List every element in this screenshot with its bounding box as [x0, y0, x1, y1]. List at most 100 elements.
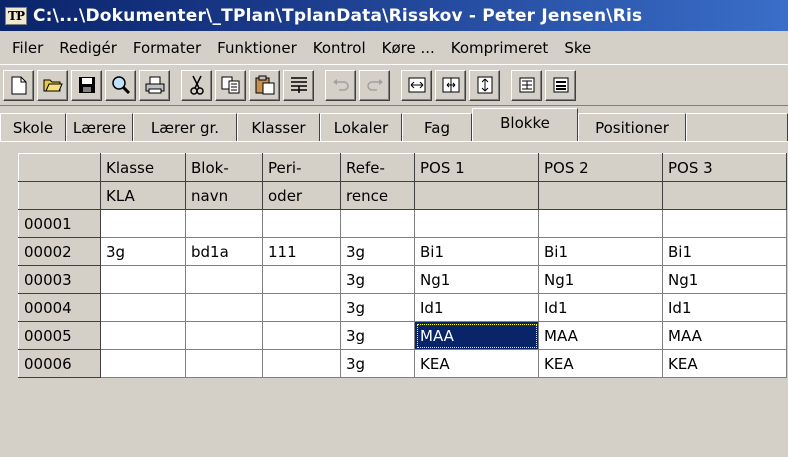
- table-cell[interactable]: Ng1: [414, 265, 539, 294]
- tab-lærer-gr-[interactable]: Lærer gr.: [133, 113, 237, 141]
- row-header[interactable]: 00003: [18, 265, 101, 294]
- align-icon[interactable]: [283, 69, 314, 101]
- table-cell[interactable]: Id1: [538, 293, 663, 322]
- table-cell[interactable]: MAA: [538, 321, 663, 350]
- tab-klasser[interactable]: Klasser: [237, 113, 320, 141]
- column-header[interactable]: Refe-: [340, 153, 415, 182]
- table-cell[interactable]: [100, 293, 186, 322]
- table-cell[interactable]: 111: [262, 237, 341, 266]
- column-header[interactable]: navn: [185, 181, 263, 210]
- column-header[interactable]: POS 1: [414, 153, 539, 182]
- column-header[interactable]: POS 2: [538, 153, 663, 182]
- column-header[interactable]: Peri-: [262, 153, 341, 182]
- table-cell[interactable]: [262, 321, 341, 350]
- column-header[interactable]: Blok-: [185, 153, 263, 182]
- tab-skole[interactable]: Skole: [0, 113, 66, 141]
- expand-height-icon[interactable]: [469, 69, 500, 101]
- print-icon[interactable]: [139, 69, 170, 101]
- app-icon[interactable]: TP: [5, 6, 27, 25]
- tab-overflow[interactable]: [686, 113, 788, 141]
- table-cell[interactable]: [538, 209, 663, 238]
- menu-item[interactable]: Komprimeret: [443, 39, 557, 57]
- table-cell[interactable]: [100, 349, 186, 378]
- title-bar[interactable]: TP C:\...\Dokumenter\_TPlan\TplanData\Ri…: [0, 0, 788, 31]
- table-cell[interactable]: [262, 209, 341, 238]
- new-file-icon[interactable]: [3, 69, 34, 101]
- table-cell[interactable]: Bi1: [538, 237, 663, 266]
- tab-fag[interactable]: Fag: [402, 113, 472, 141]
- column-header[interactable]: [538, 181, 663, 210]
- grid-area: Klasse Blok- Peri- Refe- POS 1 POS 2 POS 3 KLA n…: [0, 142, 788, 457]
- undo-icon[interactable]: [325, 69, 356, 101]
- column-header[interactable]: rence: [340, 181, 415, 210]
- search-icon[interactable]: [105, 69, 136, 101]
- menu-item[interactable]: Funktioner: [209, 39, 305, 57]
- row-header[interactable]: 00006: [18, 349, 101, 378]
- table-cell[interactable]: bd1a: [185, 237, 263, 266]
- redo-icon[interactable]: [359, 69, 390, 101]
- table-cell[interactable]: [340, 209, 415, 238]
- table-cell[interactable]: Id1: [662, 293, 787, 322]
- table-cell[interactable]: [185, 293, 263, 322]
- cut-icon[interactable]: [181, 69, 212, 101]
- align-bottom-icon[interactable]: [545, 69, 576, 101]
- table-cell[interactable]: 3g: [100, 237, 186, 266]
- menu-item[interactable]: Formater: [125, 39, 209, 57]
- table-cell[interactable]: [185, 321, 263, 350]
- table-cell[interactable]: Bi1: [662, 237, 787, 266]
- table-cell[interactable]: 3g: [340, 293, 415, 322]
- align-center-icon[interactable]: [511, 69, 542, 101]
- table-cell[interactable]: 3g: [340, 237, 415, 266]
- column-header[interactable]: POS 3: [662, 153, 787, 182]
- expand-width-icon[interactable]: [435, 69, 466, 101]
- menu-item[interactable]: Redigér: [51, 39, 125, 57]
- table-cell[interactable]: [100, 321, 186, 350]
- table-cell[interactable]: 3g: [340, 321, 415, 350]
- table-cell[interactable]: KEA: [538, 349, 663, 378]
- tab-lærere[interactable]: Lærere: [66, 113, 133, 141]
- row-header[interactable]: 00001: [18, 209, 101, 238]
- column-header[interactable]: Klasse: [100, 153, 186, 182]
- menu-item[interactable]: Kontrol: [305, 39, 374, 57]
- table-cell[interactable]: KEA: [414, 349, 539, 378]
- table-cell[interactable]: [185, 209, 263, 238]
- table-cell[interactable]: KEA: [662, 349, 787, 378]
- save-icon[interactable]: [71, 69, 102, 101]
- tab-blokke[interactable]: Blokke: [472, 108, 578, 141]
- menu-item[interactable]: Filer: [4, 39, 51, 57]
- fit-width-icon[interactable]: [401, 69, 432, 101]
- paste-icon[interactable]: [249, 69, 280, 101]
- table-cell[interactable]: MAA: [662, 321, 787, 350]
- column-header[interactable]: oder: [262, 181, 341, 210]
- table-cell[interactable]: Id1: [414, 293, 539, 322]
- column-header[interactable]: [18, 153, 101, 182]
- table-cell[interactable]: [100, 209, 186, 238]
- table-cell[interactable]: [262, 349, 341, 378]
- table-cell[interactable]: MAA: [414, 321, 539, 350]
- menu-item[interactable]: Køre ...: [374, 39, 443, 57]
- table-cell[interactable]: 3g: [340, 349, 415, 378]
- table-cell[interactable]: [414, 209, 539, 238]
- table-cell[interactable]: Ng1: [662, 265, 787, 294]
- row-header[interactable]: 00004: [18, 293, 101, 322]
- menu-item[interactable]: Ske: [556, 39, 599, 57]
- table-cell[interactable]: Ng1: [538, 265, 663, 294]
- open-folder-icon[interactable]: [37, 69, 68, 101]
- table-cell[interactable]: [262, 293, 341, 322]
- tab-lokaler[interactable]: Lokaler: [320, 113, 402, 141]
- table-cell[interactable]: [262, 265, 341, 294]
- table-cell[interactable]: Bi1: [414, 237, 539, 266]
- column-header[interactable]: [414, 181, 539, 210]
- row-header[interactable]: 00002: [18, 237, 101, 266]
- column-header[interactable]: [18, 181, 101, 210]
- table-cell[interactable]: [662, 209, 787, 238]
- table-cell[interactable]: 3g: [340, 265, 415, 294]
- tab-positioner[interactable]: Positioner: [578, 113, 686, 141]
- column-header[interactable]: [662, 181, 787, 210]
- table-cell[interactable]: [100, 265, 186, 294]
- column-header[interactable]: KLA: [100, 181, 186, 210]
- table-cell[interactable]: [185, 265, 263, 294]
- table-cell[interactable]: [185, 349, 263, 378]
- copy-icon[interactable]: [215, 69, 246, 101]
- row-header[interactable]: 00005: [18, 321, 101, 350]
